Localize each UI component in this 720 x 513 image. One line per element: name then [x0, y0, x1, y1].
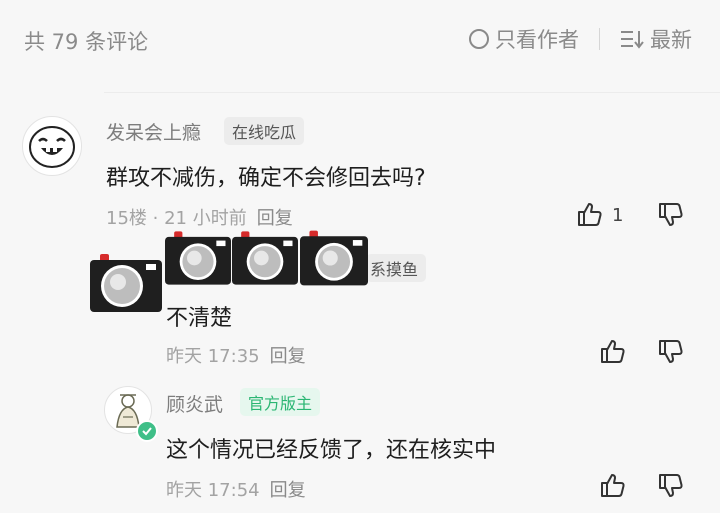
check-icon [142, 427, 152, 436]
reply-button[interactable]: 回复 [257, 208, 293, 229]
thumbs-down-icon[interactable] [656, 337, 686, 367]
camera-icon [90, 254, 162, 312]
thumbs-down-icon[interactable] [656, 471, 686, 501]
comment-time: 昨天 17:54 [166, 480, 260, 501]
sort-latest-button[interactable]: 最新 [650, 24, 692, 54]
reply-button[interactable]: 回复 [270, 480, 306, 501]
like-count: 1 [612, 205, 624, 226]
comment-content: 群攻不减伤，确定不会修回去吗? [106, 166, 426, 191]
filter-separator [599, 28, 600, 50]
header-filters: 只看作者 最新 [469, 24, 692, 54]
smiley-avatar-icon [29, 126, 75, 168]
official-moderator-badge: 官方版主 [240, 388, 321, 416]
comment-time: 15楼 · 21 小时前 [106, 208, 247, 229]
user-badge: 在线吃瓜 [224, 117, 305, 145]
comment-content: 这个情况已经反馈了，还在核实中 [166, 438, 497, 463]
comment-count: 共 79 条评论 [24, 30, 149, 54]
username[interactable]: 顾炎武 [166, 390, 223, 417]
comment-meta: 昨天 17:54 回复 [166, 476, 306, 502]
thumbs-up-icon[interactable] [598, 336, 628, 366]
comment-content: 不清楚 [166, 306, 233, 331]
username[interactable]: 发呆会上瘾 [106, 118, 201, 145]
thumbs-down-icon[interactable] [656, 200, 686, 230]
header-divider [104, 92, 720, 93]
sort-icon[interactable] [620, 29, 644, 49]
camera-icon [300, 230, 368, 286]
thumbs-up-icon[interactable] [575, 199, 605, 229]
thumbs-up-icon[interactable] [598, 470, 628, 500]
username-partial[interactable]: 系摸鱼 [366, 254, 427, 282]
avatar[interactable] [22, 116, 82, 176]
circle-icon[interactable] [469, 29, 489, 49]
verified-badge [136, 420, 158, 442]
reply-button[interactable]: 回复 [270, 346, 306, 367]
camera-icon [232, 231, 298, 285]
camera-icon [165, 231, 231, 285]
comment-time: 昨天 17:35 [166, 346, 260, 367]
author-only-toggle[interactable]: 只看作者 [495, 24, 579, 54]
comment-meta: 昨天 17:35 回复 [166, 342, 306, 368]
comment-meta: 15楼 · 21 小时前 回复 [106, 204, 293, 230]
